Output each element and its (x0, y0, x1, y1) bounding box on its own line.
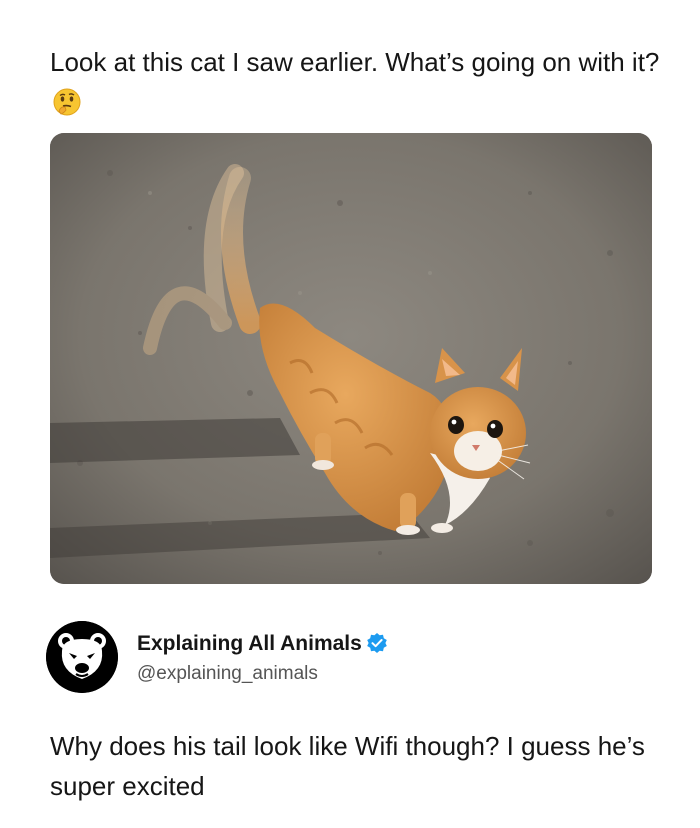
verified-badge-icon (366, 632, 388, 654)
bear-face-icon (46, 621, 118, 693)
reply-text: Why does his tail look like Wifi though?… (50, 731, 645, 801)
author-name[interactable]: Explaining All Animals (137, 632, 388, 656)
thinking-face-icon (52, 87, 82, 117)
cat-photo-graphic (50, 133, 652, 584)
question-text: Look at this cat I saw earlier. What’s g… (50, 47, 660, 77)
avatar[interactable] (46, 621, 118, 693)
author-card[interactable]: Explaining All Animals @explaining_anima… (46, 618, 566, 698)
author-handle[interactable]: @explaining_animals (137, 663, 318, 685)
author-name-text[interactable]: Explaining All Animals (137, 632, 362, 655)
question-caption: Look at this cat I saw earlier. What’s g… (50, 42, 660, 122)
cat-photo (50, 133, 652, 584)
